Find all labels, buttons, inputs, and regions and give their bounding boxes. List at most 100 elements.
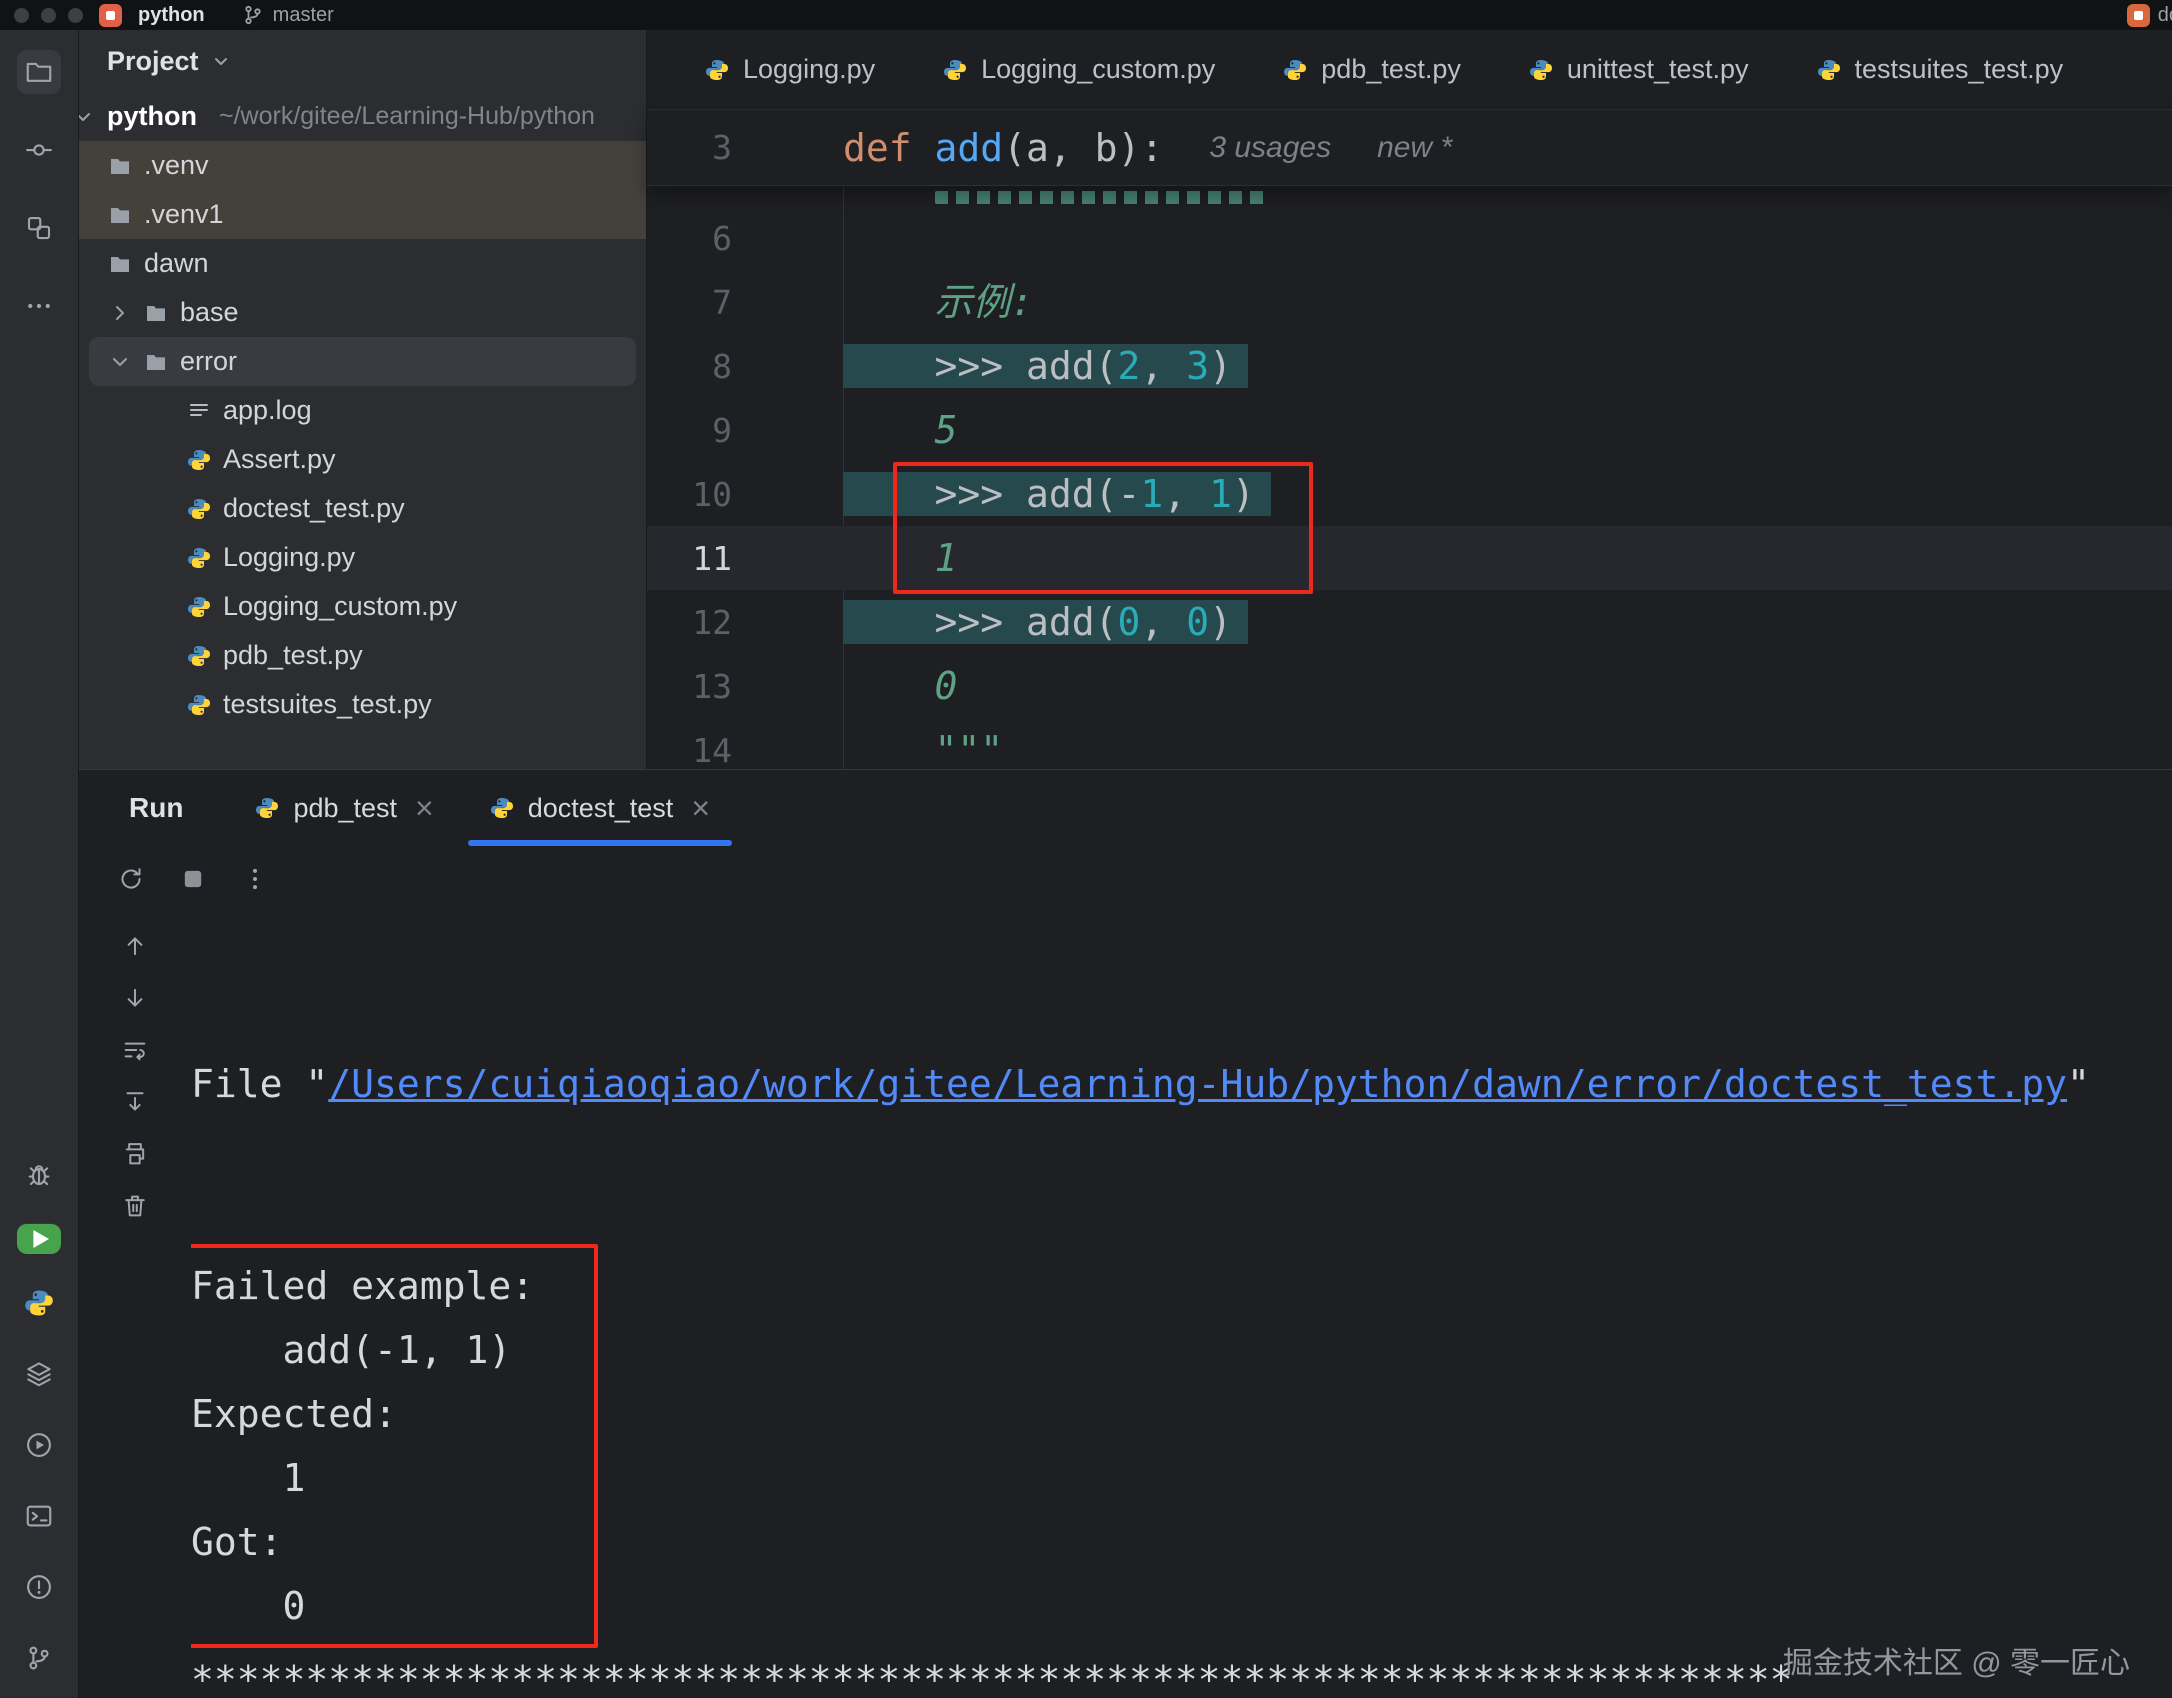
run-tab-doctest_test[interactable]: doctest_test × [462,770,738,846]
usages-hint[interactable]: 3 usages [1209,131,1331,165]
console-output[interactable]: File "/Users/cuiqiaoqiao/work/gitee/Lear… [191,912,2172,1698]
tree-item-doctest-test-py[interactable]: doctest_test.py [79,484,646,533]
soft-wrap-icon[interactable] [121,1036,149,1068]
console-line: 1 [191,1446,534,1510]
code-line-10[interactable]: 10 >>> add(-1, 1) [647,462,2172,526]
tree-item-label: .venv1 [144,199,224,230]
run-panel-title: Run [79,770,227,846]
tree-item-assert-py[interactable]: Assert.py [79,435,646,484]
arrow-down-icon[interactable] [121,984,149,1016]
project-icon[interactable] [17,50,61,94]
sticky-definition-line[interactable]: 3 def add(a, b): 3 usages new * [647,110,2172,186]
run-tab-strip: pdb_test× doctest_test × [227,770,738,846]
tree-item-label: Logging.py [223,542,355,573]
problems-icon[interactable] [17,1565,61,1609]
stop-icon[interactable] [179,865,207,893]
editor-tab-label: unittest_test.py [1567,54,1749,85]
editor-tab-testsuites-test-py[interactable]: testsuites_test.py [1783,30,2098,109]
editor: Logging.pyLogging_custom.pypdb_test.py un… [647,30,2172,769]
editor-tab-logging-custom-py[interactable]: Logging_custom.py [909,30,1249,109]
clear-all-icon[interactable] [121,1192,149,1224]
tree-item-testsuites-test-py[interactable]: testsuites_test.py [79,680,646,729]
chevron-down-icon[interactable] [108,350,132,374]
tree-item-error[interactable]: error [89,337,636,386]
editor-tab-unittest-test-py[interactable]: unittest_test.py [1495,30,1783,109]
folder-file-icon [108,154,132,178]
terminal-icon[interactable] [17,1494,61,1538]
close-tab-icon[interactable]: × [415,792,434,824]
editor-tab-strip: Logging.pyLogging_custom.pypdb_test.py un… [647,30,2172,110]
tree-item-label: dawn [144,248,209,279]
services-icon[interactable] [17,1352,61,1396]
more-vertical-icon[interactable] [241,865,269,893]
code-line-13[interactable]: 13 0 [647,654,2172,718]
print-icon[interactable] [121,1140,149,1172]
tree-item-logging-py[interactable]: Logging.py [79,533,646,582]
more-icon[interactable] [17,284,61,328]
editor-tab-pdb-test-py[interactable]: pdb_test.py [1249,30,1495,109]
maximize-window-icon[interactable] [68,8,83,23]
chevron-down-icon[interactable] [209,49,233,73]
tree-root-item[interactable]: python ~/work/gitee/Learning-Hub/python [79,92,646,141]
code-line-6[interactable]: 6 [647,206,2172,270]
activity-bar-top [17,50,61,328]
code-line-12[interactable]: 12 >>> add(0, 0) [647,590,2172,654]
code-line-9[interactable]: 9 5 [647,398,2172,462]
console-line: Got: [191,1510,534,1574]
tree-item--venv[interactable]: .venv [79,141,646,190]
code-text: 示例: [831,270,1033,334]
file-link[interactable]: /Users/cuiqiaoqiao/work/gitee/Learning-H… [328,1062,2067,1106]
code-line-7[interactable]: 7 示例: [647,270,2172,334]
branch-widget[interactable]: master [241,3,334,27]
run-tab-pdb_test[interactable]: pdb_test× [227,770,461,846]
tree-item-app-log[interactable]: app.log [79,386,646,435]
run-icon[interactable] [17,1223,61,1254]
window-controls[interactable] [14,8,83,23]
line-number: 12 [647,603,831,642]
root-project-path: ~/work/gitee/Learning-Hub/python [219,102,595,131]
python-file-icon [187,644,211,668]
chevron-down-icon[interactable] [79,105,95,129]
close-tab-icon[interactable]: × [691,792,710,824]
rerun-icon[interactable] [117,865,145,893]
console-file-line: File "/Users/cuiqiaoqiao/work/gitee/Lear… [191,1052,2172,1116]
python-file-icon [490,796,514,820]
close-window-icon[interactable] [14,8,29,23]
structure-icon[interactable] [17,206,61,250]
python-packages-icon[interactable] [17,1281,61,1325]
code-area[interactable]: 67 示例:8 >>> add(2, 3)9 510 >>> add(-1, 1… [647,186,2172,769]
tree-item-label: Assert.py [223,444,336,475]
chevron-right-icon[interactable] [108,301,132,325]
project-title[interactable]: python [138,4,205,27]
tree-item-dawn[interactable]: dawn [79,239,646,288]
project-color-icon [99,4,122,27]
vcs-new-hint: new * [1377,131,1452,165]
arrow-up-icon[interactable] [121,932,149,964]
git-branch-icon [241,3,265,27]
tree-item-base[interactable]: base [79,288,646,337]
code-line-11[interactable]: 11 1 [647,526,2172,590]
python-file-icon [1817,58,1841,82]
root-project-name: python [107,101,197,132]
debug-icon[interactable] [17,1152,61,1196]
tree-item-label: app.log [223,395,312,426]
minimize-window-icon[interactable] [41,8,56,23]
tree-item-label: pdb_test.py [223,640,363,671]
version-control-icon[interactable] [17,1636,61,1680]
scroll-to-end-icon[interactable] [121,1088,149,1120]
titlebar-right-label: do [2158,4,2172,27]
project-panel: Project python ~/work/gitee/Learning-Hub… [79,30,647,769]
code-line-14[interactable]: 14 """ [647,718,2172,769]
editor-tab-logging-py[interactable]: Logging.py [671,30,909,109]
clipped-code-fragment [935,191,1270,204]
project-panel-header[interactable]: Project [79,30,646,92]
titlebar-right-widget[interactable]: do [2127,4,2172,27]
commit-icon[interactable] [17,128,61,172]
code-line-8[interactable]: 8 >>> add(2, 3) [647,334,2172,398]
profiler-icon[interactable] [17,1423,61,1467]
run-tab-label: doctest_test [528,793,674,824]
python-file-icon [943,58,967,82]
tree-item-pdb-test-py[interactable]: pdb_test.py [79,631,646,680]
tree-item-logging-custom-py[interactable]: Logging_custom.py [79,582,646,631]
tree-item--venv1[interactable]: .venv1 [79,190,646,239]
